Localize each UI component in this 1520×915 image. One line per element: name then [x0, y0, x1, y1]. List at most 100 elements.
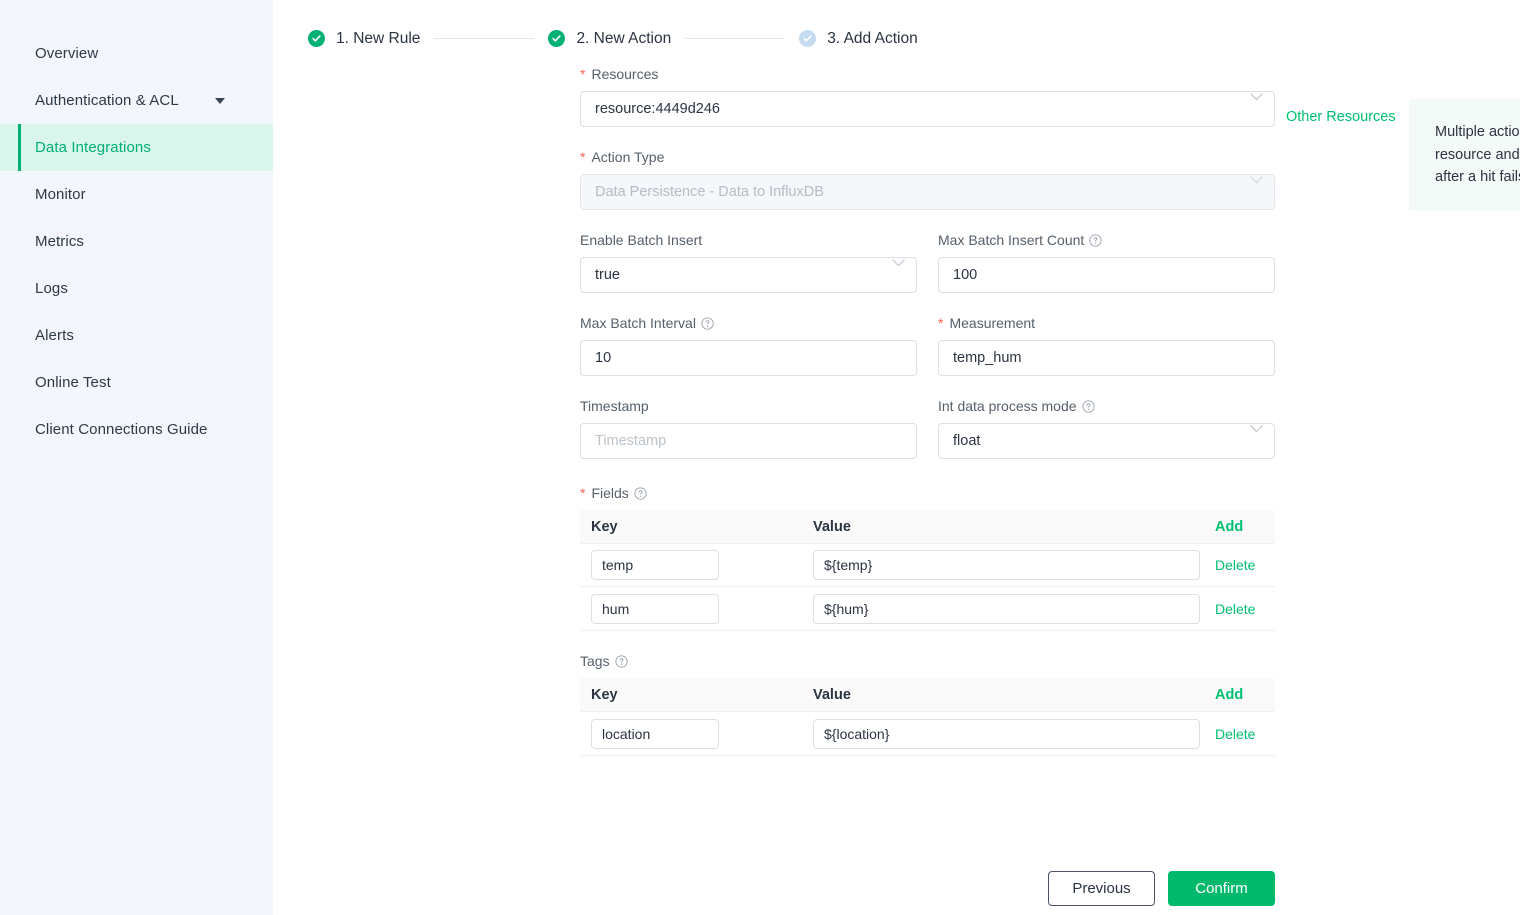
required-asterisk: * — [938, 315, 944, 331]
table-row: location ${location} Delete — [580, 712, 1275, 755]
max-batch-interval-input[interactable]: 10 — [580, 340, 917, 376]
info-tip-panel: Multiple actions can be added to the sam… — [1409, 99, 1520, 211]
required-asterisk: * — [580, 149, 586, 165]
help-circle-icon[interactable] — [634, 486, 647, 500]
sidebar-item-label: Metrics — [35, 233, 85, 250]
row-value-cell: ${hum} — [808, 593, 1215, 624]
row-key-cell: location — [580, 718, 808, 749]
max-batch-interval-value: 10 — [595, 350, 612, 366]
step-label: 2. New Action — [576, 29, 672, 47]
batch-row-1: Enable Batch Insert true Max Batch Inser… — [580, 232, 1275, 315]
measurement-label: * Measurement — [938, 315, 1275, 331]
measurement-input[interactable]: temp_hum — [938, 340, 1275, 376]
step-label: 3. Add Action — [827, 29, 918, 47]
step-1[interactable]: 1. New Rule — [308, 30, 420, 48]
sidebar-item-data-integrations[interactable]: Data Integrations — [0, 124, 273, 171]
timestamp-input[interactable]: Timestamp — [580, 423, 917, 459]
fields-label: * Fields — [580, 485, 1275, 501]
delete-row-button[interactable]: Delete — [1215, 557, 1275, 573]
help-circle-icon[interactable] — [1081, 399, 1095, 413]
action-type-field: * Action Type Data Persistence - Data to… — [580, 149, 1275, 210]
step-2[interactable]: 2. New Action — [548, 30, 671, 48]
timestamp-field: Timestamp Timestamp — [580, 398, 917, 459]
step-label: 1. New Rule — [336, 29, 421, 47]
max-batch-insert-count-input[interactable]: 100 — [938, 257, 1275, 293]
row-key-input[interactable]: temp — [591, 550, 719, 580]
fields-section: * Fields Key Value Add temp ${temp} Delete hum… — [580, 485, 1275, 631]
sidebar-item-label: Logs — [35, 280, 68, 297]
main-content: 1. New Rule 2. New Action 3. Add Action Ot… — [273, 0, 1520, 915]
delete-row-button[interactable]: Delete — [1215, 601, 1275, 617]
tags-table: Key Value Add location ${location} Delete — [580, 678, 1275, 756]
add-row-button[interactable]: Add — [1215, 519, 1275, 535]
timestamp-row: Timestamp Timestamp Int data process mod… — [580, 398, 1275, 481]
row-value-input[interactable]: ${hum} — [813, 593, 1200, 624]
sidebar-item-label: Online Test — [35, 374, 111, 391]
max-batch-interval-label-text: Max Batch Interval — [580, 315, 696, 331]
chevron-down-icon[interactable] — [215, 97, 225, 104]
delete-row-button[interactable]: Delete — [1215, 726, 1275, 742]
column-header-key: Key — [591, 686, 618, 703]
action-type-label: * Action Type — [580, 149, 1275, 165]
batch-row-2: Max Batch Interval 10 * Measurement temp… — [580, 315, 1275, 398]
row-value-cell: ${location} — [808, 718, 1215, 749]
other-resources-link[interactable]: Other Resources — [1286, 109, 1396, 125]
column-header-value: Value — [813, 686, 851, 703]
resources-field: * Resources resource:4449d246 — [580, 66, 1275, 127]
help-circle-icon[interactable] — [614, 654, 628, 668]
check-circle-icon — [548, 30, 566, 47]
enable-batch-insert-select[interactable]: true — [580, 257, 917, 293]
timestamp-label-text: Timestamp — [580, 398, 649, 414]
sidebar: Overview Authentication & ACL Data Integra… — [0, 0, 273, 915]
sidebar-item-monitor[interactable]: Monitor — [0, 171, 273, 218]
form-footer: Previous Confirm — [580, 871, 1275, 906]
sidebar-item-client-connections-guide[interactable]: Client Connections Guide — [0, 406, 273, 453]
sidebar-item-online-test[interactable]: Online Test — [0, 359, 273, 406]
table-row: hum ${hum} Delete — [580, 587, 1275, 630]
help-circle-icon[interactable] — [701, 316, 714, 330]
required-asterisk: * — [580, 485, 586, 501]
sidebar-item-authentication-acl[interactable]: Authentication & ACL — [0, 77, 273, 124]
max-batch-interval-field: Max Batch Interval 10 — [580, 315, 917, 376]
int-data-process-mode-field: Int data process mode float — [938, 398, 1275, 459]
previous-button[interactable]: Previous — [1048, 871, 1155, 906]
info-tip-text: Multiple actions can be added to the sam… — [1435, 124, 1520, 185]
row-key-input[interactable]: location — [591, 718, 719, 749]
help-circle-icon[interactable] — [1089, 233, 1102, 247]
resources-select[interactable]: resource:4449d246 — [580, 91, 1275, 127]
fields-label-text: Fields — [591, 485, 629, 501]
enable-batch-insert-label-text: Enable Batch Insert — [580, 232, 703, 248]
sidebar-item-metrics[interactable]: Metrics — [0, 218, 273, 265]
row-value-input[interactable]: ${temp} — [813, 550, 1200, 580]
resources-label: * Resources — [580, 66, 1275, 82]
table-row: temp ${temp} Delete — [580, 544, 1275, 587]
sidebar-item-label: Data Integrations — [35, 139, 151, 156]
sidebar-item-logs[interactable]: Logs — [0, 265, 273, 312]
sidebar-item-alerts[interactable]: Alerts — [0, 312, 273, 359]
int-data-process-mode-label-text: Int data process mode — [938, 398, 1077, 414]
required-asterisk: * — [580, 66, 586, 82]
measurement-field: * Measurement temp_hum — [938, 315, 1275, 376]
check-circle-pending-icon — [799, 30, 817, 47]
action-type-select: Data Persistence - Data to InfluxDB — [580, 174, 1275, 210]
max-batch-insert-count-label: Max Batch Insert Count — [938, 232, 1275, 248]
tags-section: Tags Key Value Add location ${location} Delet… — [580, 653, 1275, 756]
step-3[interactable]: 3. Add Action — [799, 30, 918, 48]
fields-table: Key Value Add temp ${temp} Delete hum ${hum} Del… — [580, 510, 1275, 631]
timestamp-label: Timestamp — [580, 398, 917, 414]
confirm-button[interactable]: Confirm — [1168, 871, 1275, 906]
add-row-button[interactable]: Add — [1215, 687, 1275, 703]
int-data-process-mode-select[interactable]: float — [938, 423, 1275, 459]
row-key-cell: temp — [580, 550, 808, 580]
row-key-input[interactable]: hum — [591, 593, 719, 624]
row-value-input[interactable]: ${location} — [813, 718, 1200, 749]
sidebar-item-label: Monitor — [35, 186, 86, 203]
step-connector — [685, 38, 786, 39]
action-type-value: Data Persistence - Data to InfluxDB — [595, 184, 824, 200]
enable-batch-insert-value: true — [595, 267, 620, 283]
check-circle-icon — [308, 30, 325, 47]
sidebar-item-overview[interactable]: Overview — [0, 30, 273, 77]
max-batch-insert-count-value: 100 — [953, 267, 978, 283]
max-batch-interval-label: Max Batch Interval — [580, 315, 917, 331]
max-batch-insert-count-field: Max Batch Insert Count 100 — [938, 232, 1275, 293]
